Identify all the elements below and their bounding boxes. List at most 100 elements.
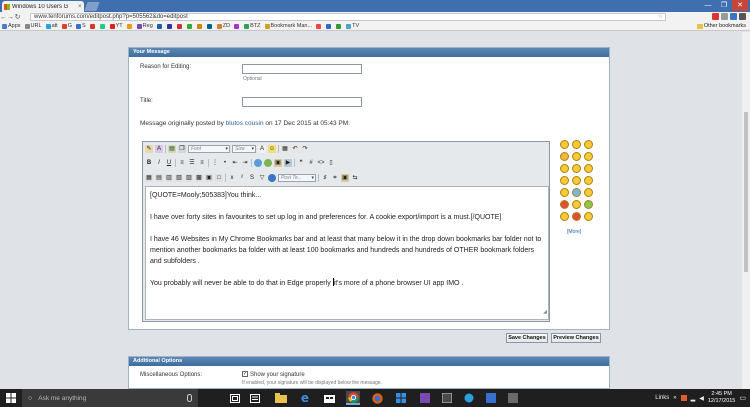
undo-icon[interactable]: ↶	[291, 145, 299, 153]
store-icon[interactable]	[322, 391, 336, 405]
copy-icon[interactable]: ❐	[178, 145, 186, 153]
underline-button[interactable]: U	[165, 159, 173, 167]
more-tools-icon[interactable]: ⇆	[351, 174, 359, 182]
switch-mode-icon[interactable]: A	[155, 145, 163, 153]
close-window-button[interactable]: ✕	[732, 0, 748, 11]
paste-icon[interactable]: ▤	[168, 145, 176, 153]
smiley-icon[interactable]	[560, 152, 569, 161]
hash-icon[interactable]: ♯	[321, 174, 329, 182]
scrollbar-thumb[interactable]	[744, 112, 748, 272]
task-view-icon[interactable]	[228, 391, 242, 405]
file-explorer-icon[interactable]	[274, 391, 288, 405]
table-cell-icon[interactable]: ▣	[205, 174, 213, 182]
smiley-icon[interactable]	[560, 212, 569, 221]
forward-arrow-icon[interactable]: →	[7, 14, 14, 21]
align-right-icon[interactable]: ≡	[198, 159, 206, 167]
table-delete-icon[interactable]: ▩	[195, 174, 203, 182]
bookmark-item[interactable]	[316, 23, 322, 29]
tray-chevron-icon[interactable]: »	[673, 395, 676, 401]
url-input[interactable]: www.tenforums.com/editpost.php?p=505562&…	[30, 13, 666, 21]
volume-icon[interactable]: ◀	[699, 395, 704, 402]
bookmark-item[interactable]: YT	[109, 23, 123, 29]
video-icon[interactable]: ▶	[284, 159, 292, 167]
bold-button[interactable]: B	[145, 159, 153, 167]
outdent-icon[interactable]: ⇤	[231, 159, 239, 167]
smiley-icon[interactable]	[584, 164, 593, 173]
microphone-icon[interactable]	[187, 394, 192, 402]
smilie-icon[interactable]: ☺	[268, 145, 276, 153]
windows-app-icon[interactable]	[394, 391, 408, 405]
smiley-icon[interactable]	[572, 176, 581, 185]
maximize-button[interactable]: ❐	[716, 0, 732, 11]
smiley-icon[interactable]	[572, 164, 581, 173]
app-icon[interactable]	[418, 391, 432, 405]
bookmark-item[interactable]: Bookmark Man...	[264, 23, 312, 29]
size-select[interactable]: Size ▾	[232, 145, 256, 153]
bookmark-item[interactable]	[206, 23, 213, 29]
attach-icon[interactable]: ▣	[341, 174, 349, 182]
browser-tab[interactable]: Windows 10 Users G ×	[2, 1, 84, 12]
clipboard-icon[interactable]: ▦	[281, 145, 289, 153]
ordered-list-icon[interactable]: ⋮	[211, 159, 219, 167]
bookmark-item[interactable]	[186, 23, 193, 29]
bookmark-item[interactable]	[326, 23, 332, 29]
align-center-icon[interactable]: ☰	[188, 159, 196, 167]
more-smilies-link[interactable]: [More]	[567, 229, 581, 235]
code-icon[interactable]: #	[307, 159, 315, 167]
reason-input[interactable]	[242, 64, 362, 74]
bookmark-item[interactable]	[126, 23, 133, 29]
remove-format-icon[interactable]: ✎	[145, 145, 153, 153]
edge-browser-icon[interactable]: e	[298, 391, 312, 405]
smiley-icon[interactable]	[560, 200, 569, 209]
font-select[interactable]: Font ▾	[188, 145, 230, 153]
cortana-search-box[interactable]: ○ Ask me anything	[22, 389, 198, 407]
other-bookmarks[interactable]: Other bookmarks	[696, 23, 746, 29]
bookmark-item[interactable]: att	[45, 23, 58, 29]
chrome-app-icon[interactable]	[346, 391, 360, 405]
spoiler-icon[interactable]: ▽	[258, 174, 266, 182]
image-icon[interactable]: ▣	[274, 159, 282, 167]
menu-icon[interactable]	[739, 13, 746, 20]
bookmark-item[interactable]: Reg	[136, 23, 153, 29]
italic-button[interactable]: I	[155, 159, 163, 167]
table-col-icon[interactable]: ▥	[165, 174, 173, 182]
bookmark-item[interactable]	[336, 23, 342, 29]
app-icon[interactable]	[484, 391, 498, 405]
bookmark-item[interactable]	[156, 23, 163, 29]
title-input[interactable]	[242, 97, 362, 107]
network-icon[interactable]: ▂	[691, 395, 696, 402]
start-button[interactable]	[0, 389, 22, 407]
new-tab-button[interactable]	[84, 2, 100, 11]
smiley-icon[interactable]	[560, 176, 569, 185]
action-center-icon[interactable]: ▭	[739, 394, 746, 402]
clock[interactable]: 2:45 PM 12/17/2015	[708, 391, 736, 405]
smiley-icon[interactable]	[584, 140, 593, 149]
extension-grey-icon[interactable]	[721, 13, 728, 20]
bookmark-item[interactable]: ZD	[216, 23, 230, 29]
show-signature-checkbox[interactable]: ✓	[242, 371, 248, 377]
bookmark-item[interactable]	[196, 23, 203, 29]
bookmark-item[interactable]: G	[61, 23, 72, 29]
bookmark-item[interactable]	[99, 23, 106, 29]
align-left-icon[interactable]: ≡	[178, 159, 186, 167]
bookmark-item[interactable]: URL	[24, 23, 42, 29]
smiley-icon[interactable]	[584, 188, 593, 197]
table-merge-icon[interactable]: ▧	[175, 174, 183, 182]
minimize-button[interactable]: —	[700, 0, 716, 11]
smiley-icon[interactable]	[560, 140, 569, 149]
firefox-app-icon[interactable]	[370, 391, 384, 405]
smiley-icon[interactable]	[584, 152, 593, 161]
bookmark-item[interactable]	[176, 23, 183, 29]
redo-icon[interactable]: ↷	[301, 145, 309, 153]
youtube-embed-icon[interactable]: ⌗	[331, 174, 339, 182]
unlink-icon[interactable]	[264, 159, 272, 167]
shield-icon[interactable]	[680, 395, 687, 401]
bookmark-item[interactable]: TV	[346, 23, 359, 29]
app-icon[interactable]	[506, 391, 520, 405]
smiley-icon[interactable]	[572, 152, 581, 161]
superscript-icon[interactable]: ²	[238, 174, 246, 182]
wiki-icon[interactable]	[268, 174, 276, 182]
message-textarea[interactable]: [QUOTE=Mooly;505383]You think... I have …	[145, 186, 549, 320]
link-icon[interactable]	[254, 159, 262, 167]
smiley-icon[interactable]	[572, 140, 581, 149]
